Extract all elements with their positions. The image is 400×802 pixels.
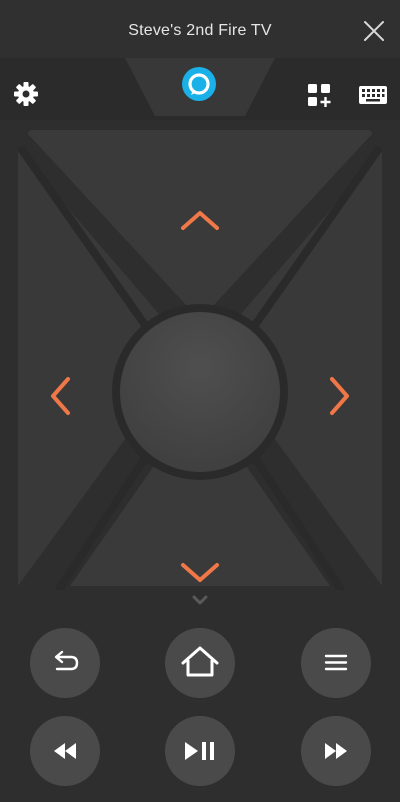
keyboard-icon[interactable] xyxy=(358,84,388,106)
device-title: Steve's 2nd Fire TV xyxy=(128,22,272,39)
title-bar: Steve's 2nd Fire TV xyxy=(0,0,400,62)
home-button[interactable] xyxy=(165,628,235,698)
hamburger-menu-icon xyxy=(324,654,348,671)
rewind-icon xyxy=(54,743,76,759)
navigation-pad xyxy=(18,130,382,590)
close-icon[interactable] xyxy=(362,19,386,43)
menu-button[interactable] xyxy=(301,628,371,698)
dpad-select-button[interactable] xyxy=(120,312,280,472)
fast-forward-icon xyxy=(325,743,347,759)
back-button[interactable] xyxy=(30,628,100,698)
fast-forward-button[interactable] xyxy=(301,716,371,786)
gear-icon[interactable] xyxy=(12,80,40,108)
home-icon xyxy=(181,646,219,677)
rewind-button[interactable] xyxy=(30,716,100,786)
play-pause-icon xyxy=(185,742,214,760)
apps-add-icon[interactable] xyxy=(306,82,334,110)
alexa-icon[interactable] xyxy=(181,66,217,102)
play-pause-button[interactable] xyxy=(165,716,235,786)
back-arrow-icon xyxy=(54,650,79,671)
collapse-chevron-icon[interactable] xyxy=(191,594,209,606)
